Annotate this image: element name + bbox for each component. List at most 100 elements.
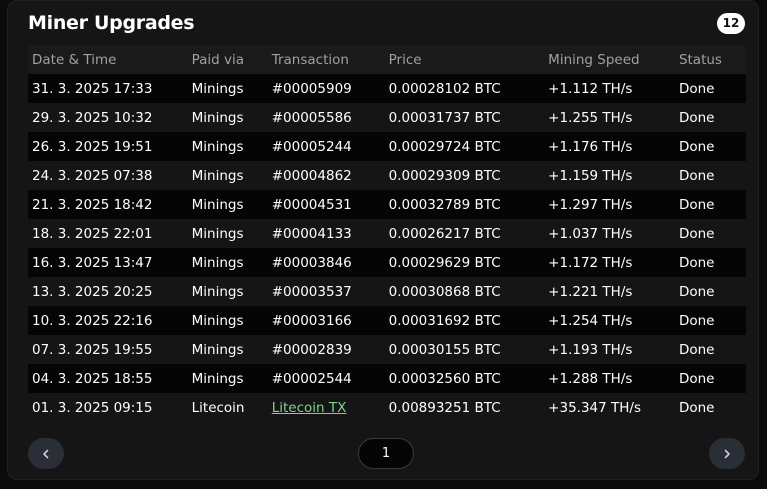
date-cell: 07. 3. 2025 19:55: [28, 335, 188, 364]
table-row: 13. 3. 2025 20:25 Minings #00003537 0.00030…: [28, 277, 746, 306]
date-cell: 04. 3. 2025 18:55: [28, 364, 188, 393]
price-cell: 0.00029309 BTC: [384, 161, 545, 190]
date-cell: 29. 3. 2025 10:32: [28, 103, 188, 132]
price-cell: 0.00028102 BTC: [384, 74, 545, 103]
table-header-row: Date & Time Paid via Transaction Price M…: [28, 45, 746, 74]
previous-page-button[interactable]: [28, 438, 64, 469]
table-row: 21. 3. 2025 18:42 Minings #00004531 0.00032…: [28, 190, 746, 219]
status-cell: Done: [674, 277, 746, 306]
count-badge: 12: [717, 13, 745, 34]
transaction-cell: #00004531: [267, 190, 385, 219]
date-cell: 10. 3. 2025 22:16: [28, 306, 188, 335]
date-cell: 24. 3. 2025 07:38: [28, 161, 188, 190]
status-cell: Done: [674, 190, 746, 219]
transaction-cell: #00005586: [267, 103, 385, 132]
table-row: 26. 3. 2025 19:51 Minings #00005244 0.00029…: [28, 132, 746, 161]
mining-speed-cell: +1.112 TH/s: [544, 74, 675, 103]
paid-via-cell: Minings: [187, 277, 268, 306]
current-page-indicator[interactable]: 1: [358, 438, 414, 469]
status-cell: Done: [674, 248, 746, 277]
status-cell: Done: [674, 103, 746, 132]
mining-speed-cell: +1.159 TH/s: [544, 161, 675, 190]
table-row: 07. 3. 2025 19:55 Minings #00002839 0.00030…: [28, 335, 746, 364]
paid-via-cell: Minings: [187, 190, 268, 219]
price-cell: 0.00032789 BTC: [384, 190, 545, 219]
status-cell: Done: [674, 306, 746, 335]
mining-speed-cell: +1.288 TH/s: [544, 364, 675, 393]
table-row: 01. 3. 2025 09:15 Litecoin Litecoin TX 0.00…: [28, 393, 746, 422]
transaction-cell: #00005244: [267, 132, 385, 161]
transaction-cell: #00005909: [267, 74, 385, 103]
paid-via-cell: Minings: [187, 248, 268, 277]
paid-via-cell: Minings: [187, 364, 268, 393]
table-row: 10. 3. 2025 22:16 Minings #00003166 0.00031…: [28, 306, 746, 335]
table-row: 18. 3. 2025 22:01 Minings #00004133 0.00026…: [28, 219, 746, 248]
date-cell: 13. 3. 2025 20:25: [28, 277, 188, 306]
column-header-status[interactable]: Status: [674, 45, 746, 74]
date-cell: 18. 3. 2025 22:01: [28, 219, 188, 248]
transaction-cell: #00003166: [267, 306, 385, 335]
date-cell: 16. 3. 2025 13:47: [28, 248, 188, 277]
mining-speed-cell: +35.347 TH/s: [544, 393, 675, 422]
mining-speed-cell: +1.297 TH/s: [544, 190, 675, 219]
transaction-cell: #00004133: [267, 219, 385, 248]
paid-via-cell: Minings: [187, 103, 268, 132]
price-cell: 0.00031692 BTC: [384, 306, 545, 335]
next-page-button[interactable]: [709, 438, 745, 469]
status-cell: Done: [674, 219, 746, 248]
column-header-paid-via[interactable]: Paid via: [187, 45, 268, 74]
upgrades-table: Date & Time Paid via Transaction Price M…: [28, 45, 746, 422]
date-cell: 26. 3. 2025 19:51: [28, 132, 188, 161]
transaction-cell: #00003846: [267, 248, 385, 277]
price-cell: 0.00029724 BTC: [384, 132, 545, 161]
column-header-date[interactable]: Date & Time: [28, 45, 188, 74]
mining-speed-cell: +1.255 TH/s: [544, 103, 675, 132]
chevron-left-icon: [43, 449, 49, 458]
paid-via-cell: Minings: [187, 161, 268, 190]
paid-via-cell: Minings: [187, 335, 268, 364]
mining-speed-cell: +1.254 TH/s: [544, 306, 675, 335]
date-cell: 31. 3. 2025 17:33: [28, 74, 188, 103]
miner-upgrades-panel: Miner Upgrades 12 Date & Time Paid via T…: [7, 0, 759, 480]
price-cell: 0.00032560 BTC: [384, 364, 545, 393]
price-cell: 0.00893251 BTC: [384, 393, 545, 422]
table-row: 16. 3. 2025 13:47 Minings #00003846 0.00029…: [28, 248, 746, 277]
price-cell: 0.00029629 BTC: [384, 248, 545, 277]
date-cell: 21. 3. 2025 18:42: [28, 190, 188, 219]
table-row: 29. 3. 2025 10:32 Minings #00005586 0.00031…: [28, 103, 746, 132]
transaction-cell: #00003537: [267, 277, 385, 306]
transaction-cell: #00004862: [267, 161, 385, 190]
mining-speed-cell: +1.176 TH/s: [544, 132, 675, 161]
price-cell: 0.00030155 BTC: [384, 335, 545, 364]
mining-speed-cell: +1.193 TH/s: [544, 335, 675, 364]
price-cell: 0.00031737 BTC: [384, 103, 545, 132]
paid-via-cell: Minings: [187, 132, 268, 161]
price-cell: 0.00026217 BTC: [384, 219, 545, 248]
column-header-transaction[interactable]: Transaction: [267, 45, 385, 74]
mining-speed-cell: +1.037 TH/s: [544, 219, 675, 248]
status-cell: Done: [674, 393, 746, 422]
transaction-cell: #00002839: [267, 335, 385, 364]
table-row: 24. 3. 2025 07:38 Minings #00004862 0.00029…: [28, 161, 746, 190]
price-cell: 0.00030868 BTC: [384, 277, 545, 306]
transaction-cell: #00002544: [267, 364, 385, 393]
column-header-mining-speed[interactable]: Mining Speed: [544, 45, 675, 74]
table-row: 04. 3. 2025 18:55 Minings #00002544 0.00032…: [28, 364, 746, 393]
paid-via-cell: Litecoin: [187, 393, 268, 422]
date-cell: 01. 3. 2025 09:15: [28, 393, 188, 422]
column-header-price[interactable]: Price: [384, 45, 545, 74]
mining-speed-cell: +1.172 TH/s: [544, 248, 675, 277]
status-cell: Done: [674, 335, 746, 364]
status-cell: Done: [674, 161, 746, 190]
litecoin-tx-link[interactable]: Litecoin TX: [272, 400, 347, 416]
table-row: 31. 3. 2025 17:33 Minings #00005909 0.00028…: [28, 74, 746, 103]
status-cell: Done: [674, 364, 746, 393]
status-cell: Done: [674, 132, 746, 161]
paid-via-cell: Minings: [187, 74, 268, 103]
transaction-cell: Litecoin TX: [267, 393, 385, 422]
paid-via-cell: Minings: [187, 219, 268, 248]
mining-speed-cell: +1.221 TH/s: [544, 277, 675, 306]
chevron-right-icon: [724, 449, 730, 458]
paid-via-cell: Minings: [187, 306, 268, 335]
status-cell: Done: [674, 74, 746, 103]
